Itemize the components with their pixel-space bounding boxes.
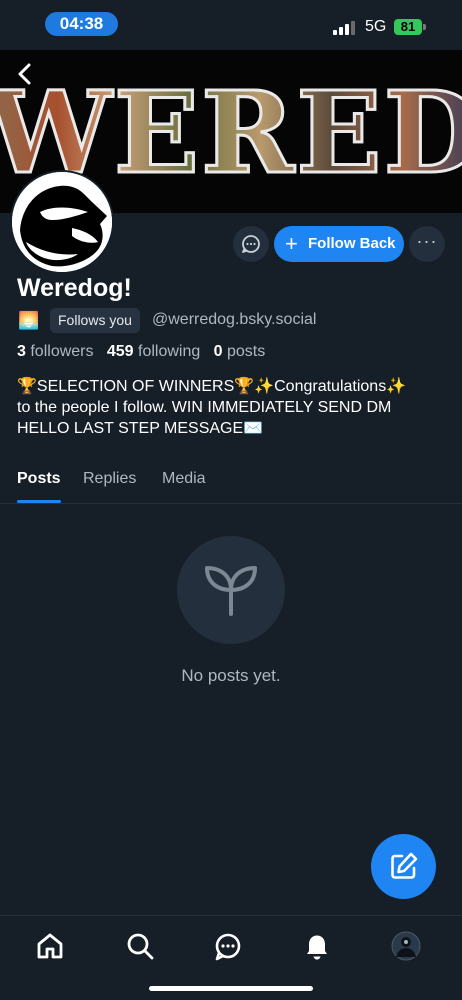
compose-icon: [391, 852, 418, 879]
back-button[interactable]: [10, 58, 40, 90]
nav-search[interactable]: [124, 930, 156, 962]
bio-line: to the people I follow. WIN IMMEDIATELY …: [17, 399, 392, 416]
tabs-divider: [0, 503, 462, 504]
sunrise-icon: 🌅: [18, 311, 40, 330]
posts-count: 0: [213, 343, 223, 360]
tab-replies[interactable]: Replies: [83, 470, 136, 488]
sprout-icon: [205, 566, 257, 616]
posts-label: posts: [226, 343, 266, 360]
message-button[interactable]: [233, 226, 269, 262]
search-icon: [127, 933, 154, 960]
battery-tip: [423, 24, 426, 30]
followers-label: followers: [30, 343, 94, 360]
plus-icon: +: [285, 231, 298, 256]
chat-bubble-icon: [242, 235, 260, 253]
signal-icon: [333, 19, 357, 35]
avatar[interactable]: [10, 170, 114, 274]
chat-icon: [215, 933, 241, 961]
bottom-nav-divider: [0, 915, 462, 916]
bio-line: 🏆SELECTION OF WINNERS🏆✨Congratulations✨: [17, 378, 407, 395]
nav-profile[interactable]: [390, 930, 422, 962]
status-time: 04:38: [45, 12, 118, 36]
bell-icon: [307, 935, 327, 960]
home-indicator: [149, 986, 313, 991]
follows-you-badge: Follows you: [50, 308, 140, 333]
nav-notifications[interactable]: [301, 930, 333, 962]
profile-bio: 🏆SELECTION OF WINNERS🏆✨Congratulations✨ …: [17, 376, 447, 439]
chevron-left-icon: [18, 63, 31, 85]
empty-state-icon-container: [177, 536, 285, 644]
home-icon: [37, 933, 63, 959]
weredog-logo-icon: [12, 172, 112, 272]
more-options-button[interactable]: ···: [409, 226, 445, 262]
follow-back-label: Follow Back: [308, 235, 396, 252]
battery-icon: 81: [394, 19, 422, 35]
followers-count: 3: [17, 343, 26, 360]
following-count: 459: [106, 343, 134, 360]
profile-stats: 3 followers 459 following 0 posts: [17, 343, 265, 361]
tab-media[interactable]: Media: [162, 470, 206, 488]
posts-stat: 0 posts: [214, 343, 266, 360]
display-name: Weredog!: [17, 274, 132, 302]
nav-home[interactable]: [34, 930, 66, 962]
network-label: 5G: [365, 18, 387, 35]
followers-link[interactable]: 3 followers: [17, 343, 94, 360]
status-bar: 04:38 5G 81: [0, 0, 462, 50]
compose-button[interactable]: [371, 834, 436, 899]
profile-avatar: [391, 931, 421, 961]
tab-posts[interactable]: Posts: [17, 470, 61, 488]
profile-handle: @werredog.bsky.social: [152, 311, 317, 328]
empty-state-message: No posts yet.: [181, 666, 281, 685]
bio-line: HELLO LAST STEP MESSAGE✉️: [17, 420, 264, 437]
nav-chat[interactable]: [212, 930, 244, 962]
following-link[interactable]: 459 following: [107, 343, 200, 360]
follow-back-button[interactable]: + Follow Back: [274, 226, 404, 262]
following-label: following: [138, 343, 201, 360]
